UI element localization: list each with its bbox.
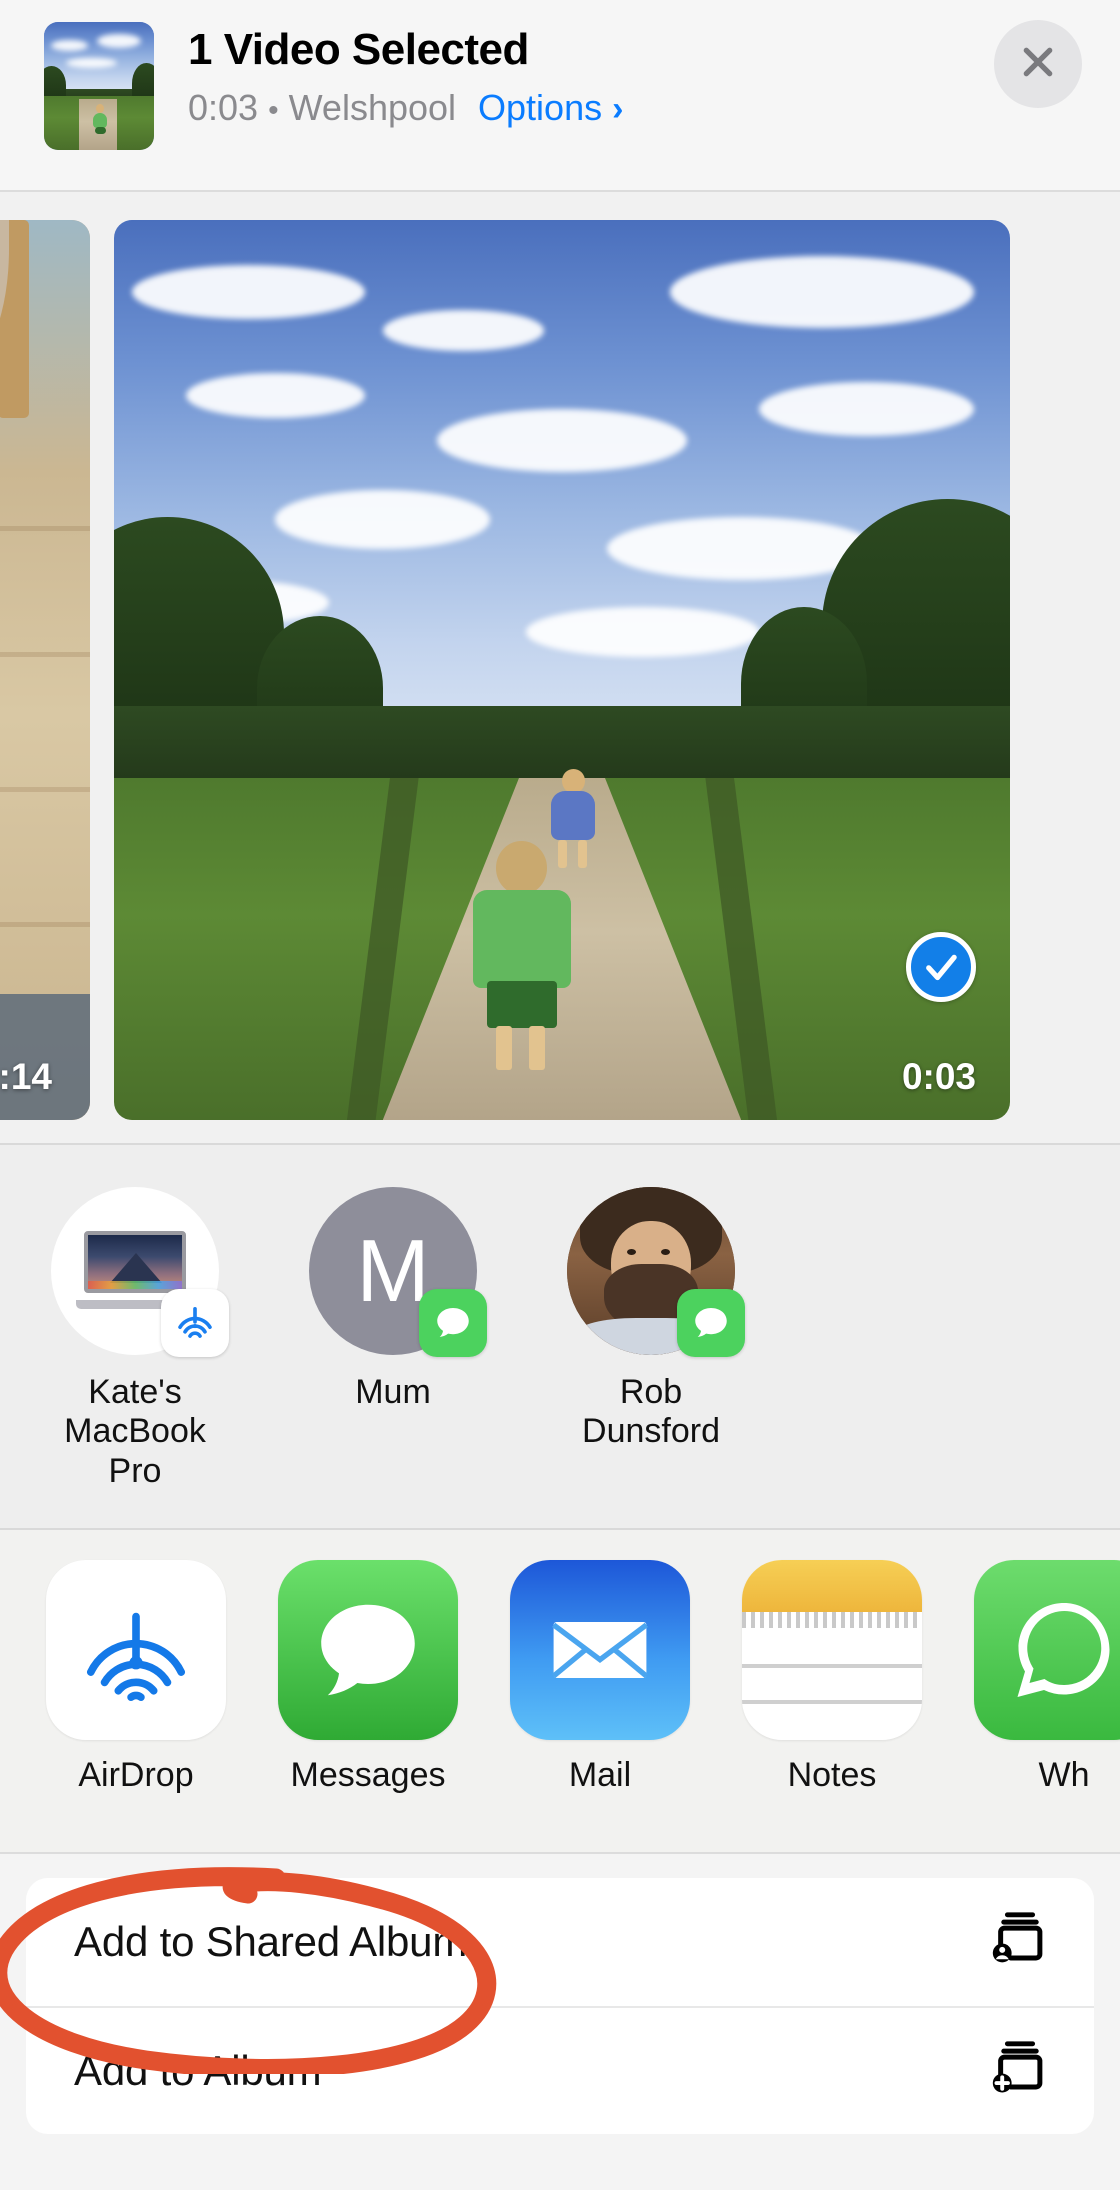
action-row-add-to-shared-album[interactable]: Add to Shared Album bbox=[26, 1878, 1094, 2006]
messages-icon bbox=[677, 1289, 745, 1357]
avatar-wrapper: M bbox=[309, 1187, 487, 1357]
app-label: Notes bbox=[787, 1756, 877, 1794]
contact-name-line1: Mum bbox=[355, 1373, 431, 1411]
messages-icon bbox=[419, 1289, 487, 1357]
airdrop-icon bbox=[46, 1560, 226, 1740]
close-icon bbox=[1018, 42, 1058, 87]
share-sheet: 1 Video Selected 0:03 • Welshpool Option… bbox=[0, 0, 1120, 2190]
app-label: Messages bbox=[290, 1756, 446, 1794]
app-item-mail[interactable]: Mail bbox=[510, 1560, 690, 1795]
add-to-album-icon bbox=[986, 2037, 1054, 2105]
video-location: Welshpool bbox=[288, 86, 457, 128]
action-label: Add to Album bbox=[74, 2047, 322, 2094]
whatsapp-icon bbox=[974, 1560, 1120, 1740]
contact-name-line1: Kate's bbox=[88, 1373, 182, 1411]
action-label: Add to Shared Album bbox=[74, 1918, 468, 1965]
contact-name: Rob Dunsford bbox=[556, 1373, 746, 1452]
photo-strip-item-selected[interactable]: 0:03 bbox=[114, 220, 1010, 1120]
previous-photo-artwork bbox=[0, 220, 90, 1120]
notes-icon bbox=[742, 1560, 922, 1740]
share-sheet-header: 1 Video Selected 0:03 • Welshpool Option… bbox=[0, 0, 1120, 192]
app-item-airdrop[interactable]: AirDrop bbox=[46, 1560, 226, 1795]
app-item-notes[interactable]: Notes bbox=[742, 1560, 922, 1795]
thumbnail-artwork bbox=[44, 22, 154, 150]
contact-name: Mum bbox=[298, 1373, 488, 1412]
app-label: Mail bbox=[568, 1756, 632, 1794]
add-to-shared-album-icon bbox=[986, 1908, 1054, 1976]
selected-photo-duration: 0:03 bbox=[901, 1056, 976, 1097]
share-apps-row[interactable]: AirDrop Messages Mail Notes Wh bbox=[0, 1530, 1120, 1854]
messages-icon bbox=[278, 1560, 458, 1740]
selected-photo-artwork bbox=[114, 220, 1010, 1120]
options-button[interactable]: Options bbox=[478, 87, 602, 129]
contact-name-line2: Dunsford bbox=[582, 1412, 720, 1451]
photo-strip-item-previous[interactable]: :14 bbox=[0, 220, 90, 1120]
page-title: 1 Video Selected bbox=[188, 25, 529, 74]
close-button[interactable] bbox=[994, 20, 1082, 108]
video-thumbnail bbox=[44, 22, 154, 150]
previous-photo-duration: :14 bbox=[0, 1056, 52, 1097]
contact-name-line1: Rob bbox=[619, 1373, 683, 1411]
app-item-whatsapp[interactable]: Wh bbox=[974, 1560, 1120, 1795]
video-duration: 0:03 bbox=[188, 86, 259, 128]
mail-icon bbox=[510, 1560, 690, 1740]
contact-item-mum[interactable]: M Mum bbox=[298, 1187, 488, 1412]
action-list: Add to Shared Album Add to Album bbox=[26, 1878, 1094, 2134]
contact-name: Kate's MacBook Pro bbox=[40, 1373, 230, 1491]
action-row-add-to-album[interactable]: Add to Album bbox=[26, 2006, 1094, 2134]
app-label: Wh bbox=[1038, 1756, 1090, 1794]
contact-item-rob-dunsford[interactable]: Rob Dunsford bbox=[556, 1187, 746, 1452]
avatar-wrapper bbox=[51, 1187, 229, 1357]
checkmark-circle-icon[interactable] bbox=[906, 932, 976, 1002]
header-subtitle: 0:03 • Welshpool Options › bbox=[188, 87, 623, 129]
subtitle-separator: • bbox=[268, 93, 279, 127]
app-label: AirDrop bbox=[78, 1756, 194, 1794]
photo-strip[interactable]: :14 0:03 bbox=[0, 192, 1120, 1145]
chevron-right-icon[interactable]: › bbox=[612, 90, 623, 129]
contact-suggestions-row[interactable]: Kate's MacBook Pro M Mum Rob Dunsford bbox=[0, 1145, 1120, 1530]
app-item-messages[interactable]: Messages bbox=[278, 1560, 458, 1795]
contact-item-kates-macbook-pro[interactable]: Kate's MacBook Pro bbox=[40, 1187, 230, 1491]
avatar-wrapper bbox=[567, 1187, 745, 1357]
header-text-block: 1 Video Selected 0:03 • Welshpool Option… bbox=[188, 24, 623, 129]
airdrop-icon bbox=[161, 1289, 229, 1357]
contact-name-line2: MacBook Pro bbox=[64, 1412, 206, 1490]
